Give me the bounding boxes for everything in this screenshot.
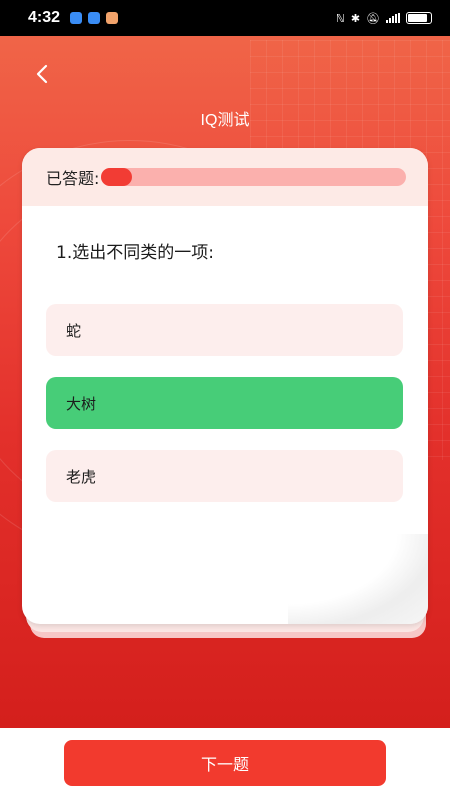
- page-title: IQ测试: [200, 112, 250, 129]
- mute-icon: 🔕︎: [366, 11, 380, 25]
- status-left: 4:32: [28, 9, 119, 27]
- option-2[interactable]: 大树: [46, 377, 403, 429]
- app-notification-icon: [88, 12, 101, 24]
- app-notification-icon: [70, 12, 83, 24]
- page-curl: [288, 534, 428, 624]
- question-text: 1.选出不同类的一项:: [56, 243, 214, 263]
- bluetooth-icon: ✱: [350, 11, 361, 25]
- option-label: 老虎: [66, 467, 97, 486]
- option-1[interactable]: 蛇: [46, 304, 403, 356]
- question-card: 已答题: 1.选出不同类的一项: 蛇 大树 老虎: [22, 148, 428, 624]
- status-right: ℕ ✱ 🔕︎: [336, 12, 432, 25]
- progress-bar: [101, 168, 406, 186]
- chevron-left-icon: [36, 64, 48, 84]
- clock: 4:32: [28, 9, 61, 26]
- progress-label: 已答题:: [46, 169, 100, 188]
- option-label: 蛇: [66, 321, 82, 340]
- back-button[interactable]: [30, 60, 54, 88]
- battery-icon: [406, 12, 432, 24]
- status-bar: 4:32 ℕ ✱ 🔕︎: [0, 0, 450, 36]
- progress-fill: [101, 168, 132, 186]
- option-3[interactable]: 老虎: [46, 450, 403, 502]
- nfc-icon: ℕ: [336, 11, 345, 25]
- next-question-button[interactable]: 下一题: [64, 740, 386, 786]
- option-label: 大树: [66, 394, 97, 413]
- progress-header: 已答题:: [22, 148, 428, 206]
- message-icon: [106, 12, 119, 24]
- signal-icon: [386, 13, 400, 23]
